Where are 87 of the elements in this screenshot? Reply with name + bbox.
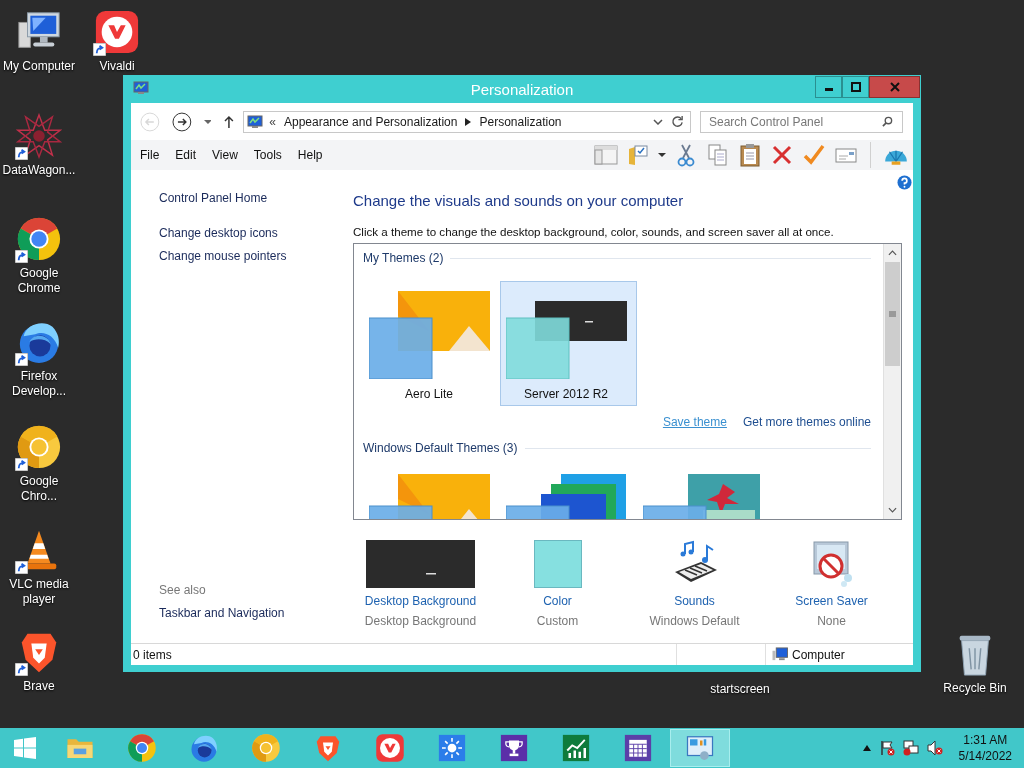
clock-time[interactable]: 1:31 AM: [963, 732, 1008, 748]
desktop-icon-label[interactable]: Firefox Develop...: [0, 369, 78, 399]
setting-link[interactable]: Desktop Background: [364, 594, 477, 608]
group-header: Windows Default Themes (3): [363, 441, 518, 455]
folder-icon[interactable]: [626, 143, 650, 167]
search-icon[interactable]: [882, 115, 893, 127]
grip-icon: [889, 311, 896, 317]
speaker-icon[interactable]: [926, 740, 943, 756]
maximize-button[interactable]: [842, 76, 869, 98]
desktop-icon-label[interactable]: startscreen: [701, 682, 779, 697]
color-swatch[interactable]: [533, 540, 582, 588]
link[interactable]: Save theme: [662, 415, 727, 429]
clipboard-icon[interactable]: [738, 143, 762, 167]
scroll-thumb[interactable]: [885, 262, 900, 366]
browser-icon[interactable]: [16, 424, 62, 470]
star-pattern-icon[interactable]: [16, 113, 62, 159]
breadcrumb[interactable]: Personalization: [479, 114, 562, 129]
setting-link[interactable]: Color: [543, 594, 572, 608]
close-icon: [889, 82, 900, 92]
group-header: My Themes (2): [363, 251, 444, 265]
monitor-icon: [247, 113, 264, 130]
desktop-icon-label[interactable]: Brave: [0, 679, 78, 694]
instructions-text: Click a theme to change the desktop background, color, sounds, and screen saver all at once.: [353, 225, 835, 238]
setting-value: Desktop Background: [364, 614, 477, 628]
status-location: Computer: [792, 647, 845, 662]
address-bar[interactable]: « Appearance and Personalization Personalization: [243, 110, 691, 133]
breadcrumb-separator-icon[interactable]: [465, 117, 472, 126]
delete-icon[interactable]: [770, 143, 794, 167]
chart-icon[interactable]: [561, 733, 591, 763]
caret-icon[interactable]: [203, 117, 212, 126]
up-arrow-icon[interactable]: [223, 114, 236, 129]
setting-value: Windows Default: [649, 614, 740, 628]
page-heading: Change the visuals and sounds on your computer: [353, 192, 685, 210]
nav-link[interactable]: Change mouse pointers: [159, 245, 340, 268]
overflow-chevron[interactable]: «: [269, 114, 276, 129]
nav-link[interactable]: Taskbar and Navigation: [159, 606, 340, 620]
desktop-icon-label[interactable]: My Computer: [0, 59, 78, 74]
browser-icon[interactable]: [16, 216, 62, 262]
desktop-icon-label[interactable]: VLC media player: [0, 577, 78, 607]
breadcrumb[interactable]: Appearance and Personalization: [284, 114, 458, 129]
flag-icon[interactable]: [878, 740, 895, 756]
setting-link[interactable]: Screen Saver: [795, 594, 868, 608]
desktop-icon-label[interactable]: DataWagon...: [0, 163, 78, 178]
control-panel-icon[interactable]: [685, 733, 715, 763]
status-text: 0 items: [132, 647, 173, 662]
computer-icon: [772, 647, 788, 662]
browser-icon[interactable]: [189, 733, 219, 763]
menu-item[interactable]: Help: [289, 148, 331, 162]
desktop-icon-label[interactable]: Vivaldi: [78, 59, 156, 74]
menu-item[interactable]: Edit: [167, 148, 205, 162]
monitor-icon: [133, 80, 149, 96]
network-icon[interactable]: [902, 740, 919, 756]
close-button[interactable]: [869, 76, 920, 98]
nav-link[interactable]: Control Panel Home: [159, 187, 340, 210]
checkmark-icon[interactable]: [802, 143, 826, 167]
setting-link[interactable]: Sounds: [674, 594, 715, 608]
scrollbar[interactable]: [883, 244, 901, 519]
clock-date[interactable]: 5/14/2022: [958, 748, 1012, 764]
chevron-down-icon[interactable]: [653, 118, 663, 125]
trophy-icon[interactable]: [499, 733, 529, 763]
menu-item[interactable]: Tools: [245, 148, 290, 162]
theme-tile[interactable]: Server 2012 R2: [500, 281, 637, 406]
setting-value: Custom: [536, 614, 579, 628]
desktop-icon-label[interactable]: Recycle Bin: [936, 681, 1014, 696]
maximize-icon: [850, 82, 861, 92]
menu-item[interactable]: View: [204, 148, 246, 162]
desktop-icon-label[interactable]: Google Chro...: [0, 474, 78, 504]
taskbar-button[interactable]: [670, 729, 730, 767]
window-title: Personalization: [470, 80, 574, 98]
calendar-icon[interactable]: [623, 733, 653, 763]
section-label: See also: [159, 583, 207, 598]
caret-icon[interactable]: [862, 745, 871, 751]
search-field[interactable]: Search Control Panel: [700, 110, 903, 133]
forward-button[interactable]: [171, 111, 192, 132]
theme-tile[interactable]: Aero Lite: [363, 281, 500, 406]
caret-icon[interactable]: [658, 151, 666, 159]
nav-link[interactable]: Change desktop icons: [159, 222, 340, 245]
desktop-icon-label[interactable]: Google Chrome: [0, 266, 78, 296]
help-icon[interactable]: [897, 175, 912, 190]
app-icon[interactable]: [94, 9, 140, 55]
menu-item[interactable]: File: [131, 148, 168, 162]
refresh-icon[interactable]: [671, 115, 684, 128]
setting-value: None: [817, 614, 846, 628]
link[interactable]: Get more themes online: [742, 415, 871, 429]
minimize-button[interactable]: [815, 76, 842, 98]
start-button[interactable]: [13, 736, 37, 760]
sun-icon[interactable]: [437, 733, 467, 763]
